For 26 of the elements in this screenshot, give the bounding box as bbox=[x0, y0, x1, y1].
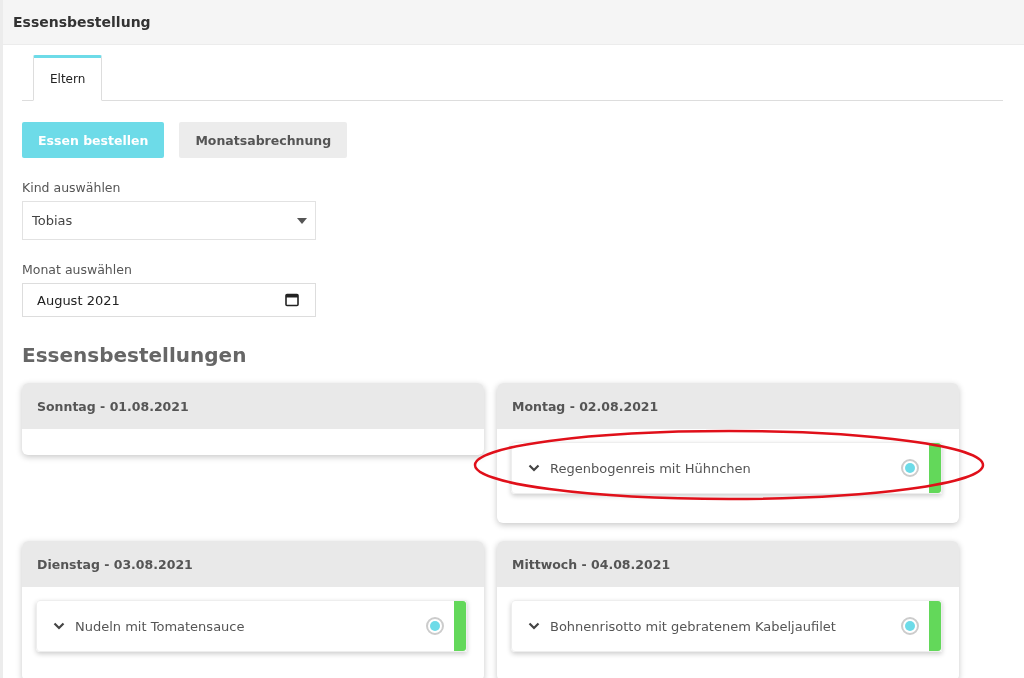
chevron-down-icon[interactable] bbox=[53, 622, 65, 630]
chevron-down-icon[interactable] bbox=[528, 464, 540, 472]
meal-name: Nudeln mit Tomatensauce bbox=[75, 618, 246, 634]
radio-button[interactable] bbox=[901, 459, 919, 477]
radio-button[interactable] bbox=[426, 617, 444, 635]
month-input[interactable]: August 2021 bbox=[22, 283, 316, 317]
field-label: Monat auswählen bbox=[22, 262, 132, 277]
radio-button[interactable] bbox=[901, 617, 919, 635]
day-header: Dienstag - 03.08.2021 bbox=[22, 541, 484, 587]
section-heading: Essensbestellungen bbox=[22, 343, 247, 367]
meal-name: Regenbogenreis mit Hühnchen bbox=[550, 460, 752, 476]
child-dropdown[interactable]: Tobias bbox=[22, 201, 316, 240]
day-header: Mittwoch - 04.08.2021 bbox=[497, 541, 959, 587]
meal-item[interactable]: Nudeln mit Tomatensauce bbox=[36, 600, 467, 652]
meal-item[interactable]: Bohnenrisotto mit gebratenem Kabeljaufilet bbox=[511, 600, 942, 652]
tab[interactable]: Eltern bbox=[33, 55, 103, 101]
page-title: Essensbestellung bbox=[13, 14, 151, 30]
field-label: Kind auswählen bbox=[22, 180, 121, 195]
action-button[interactable]: Monatsabrechnung bbox=[179, 122, 348, 158]
meal-item[interactable]: Regenbogenreis mit Hühnchen bbox=[511, 442, 942, 494]
caret-icon bbox=[297, 217, 307, 224]
day-header: Sonntag - 01.08.2021 bbox=[22, 383, 484, 429]
chevron-down-icon[interactable] bbox=[528, 622, 540, 630]
calendar-icon[interactable] bbox=[285, 293, 299, 307]
day-header: Montag - 02.08.2021 bbox=[497, 383, 959, 429]
meal-name: Bohnenrisotto mit gebratenem Kabeljaufilet bbox=[550, 618, 837, 634]
